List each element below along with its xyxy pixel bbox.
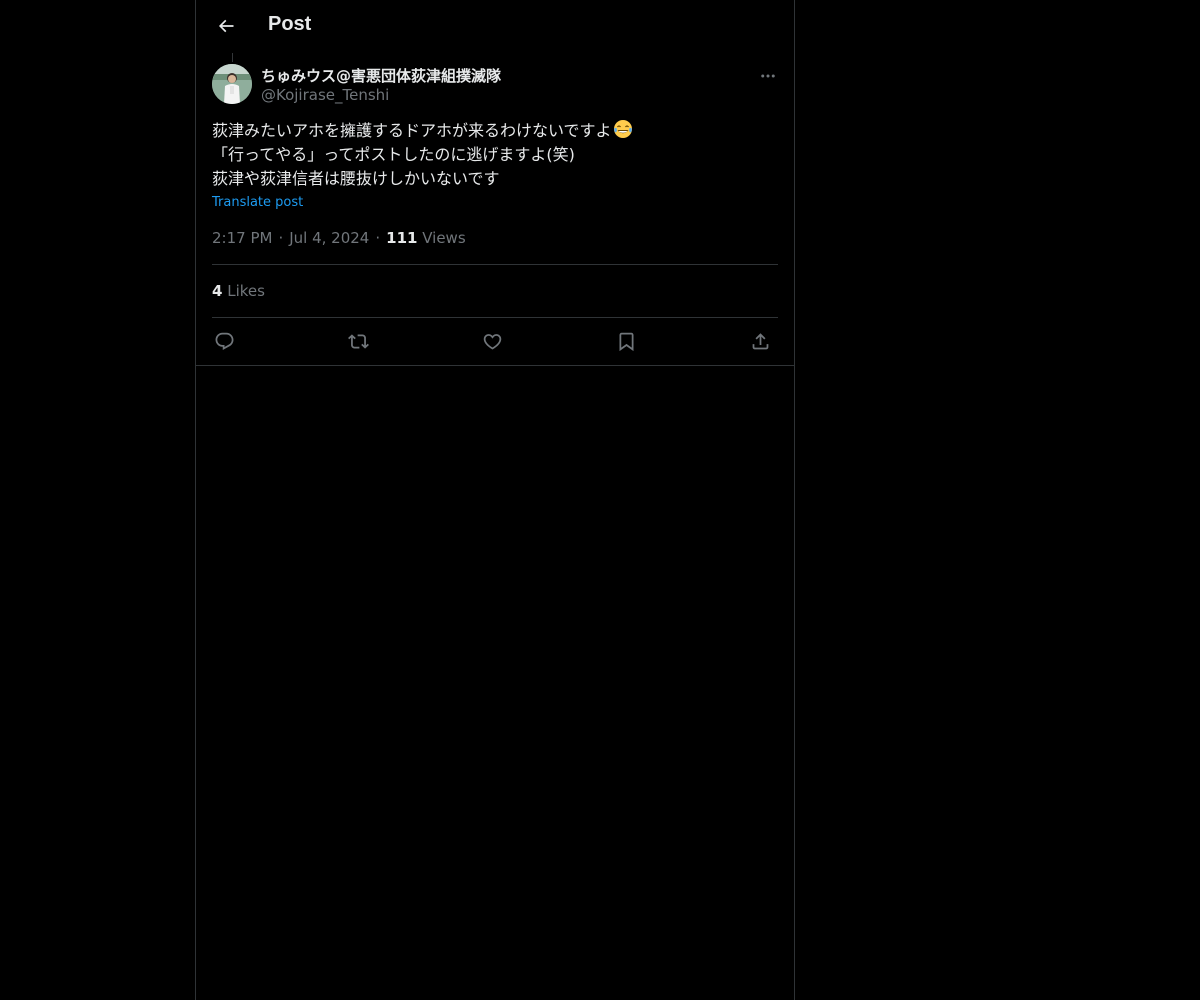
views-count: 111 [386,229,418,247]
post-text-line-1: 荻津みたいアホを擁護するドアホが来るわけないですよ [212,121,612,140]
post-text-line: 荻津や荻津信者は腰抜けしかいないです [212,169,500,188]
translate-post-link[interactable]: Translate post [212,195,303,210]
avatar[interactable] [212,64,252,104]
views-label: Views [422,229,466,247]
back-button[interactable] [208,8,244,44]
share-icon [752,332,768,349]
reply-icon [215,332,233,350]
repost-icon [347,333,369,349]
bookmark-icon [619,332,633,351]
heart-icon [483,333,501,350]
face-with-tears-of-joy-icon [613,119,633,139]
page-title: Post [268,13,312,35]
post-time[interactable]: 2:17 PM [212,229,272,247]
share-button[interactable] [748,329,772,353]
divider [212,264,778,265]
likes-count: 4 [212,282,223,300]
repost-button[interactable] [346,329,370,353]
post-metadata: 2:17 PM · Jul 4, 2024 · 111 Views [212,229,466,247]
post-date[interactable]: Jul 4, 2024 [289,229,369,247]
page-header: Post [196,0,794,53]
thread-connector-line [232,53,233,62]
bookmark-button[interactable] [614,329,638,353]
arrow-left-icon [218,19,234,33]
post-text: 荻津みたいアホを擁護するドアホが来るわけないですよ 「行ってやる」ってポストした… [212,119,778,191]
likes-label: Likes [227,282,265,300]
separator: · [278,229,284,247]
post-text-line: 「行ってやる」ってポストしたのに逃げますよ(笑) [212,145,575,164]
post-text-line: 荻津みたいアホを擁護するドアホが来るわけないですよ [212,119,778,143]
like-button[interactable] [480,329,504,353]
author-handle[interactable]: @Kojirase_Tenshi [261,86,389,104]
post-bottom-border [196,365,794,366]
more-horizontal-icon [761,74,775,78]
author-display-name[interactable]: ちゅみウス@害悪団体荻津組撲滅隊 [261,65,501,86]
main-column: Post ちゅみウス@害悪団体荻津組撲滅隊 @Kojirase_Tenshi 荻… [195,0,795,1000]
likes-link[interactable]: 4 Likes [212,282,265,300]
separator: · [375,229,381,247]
post-actions-bar [212,329,778,353]
reply-button[interactable] [212,329,236,353]
avatar-image [212,64,252,104]
more-options-button[interactable] [756,64,780,88]
divider [212,317,778,318]
